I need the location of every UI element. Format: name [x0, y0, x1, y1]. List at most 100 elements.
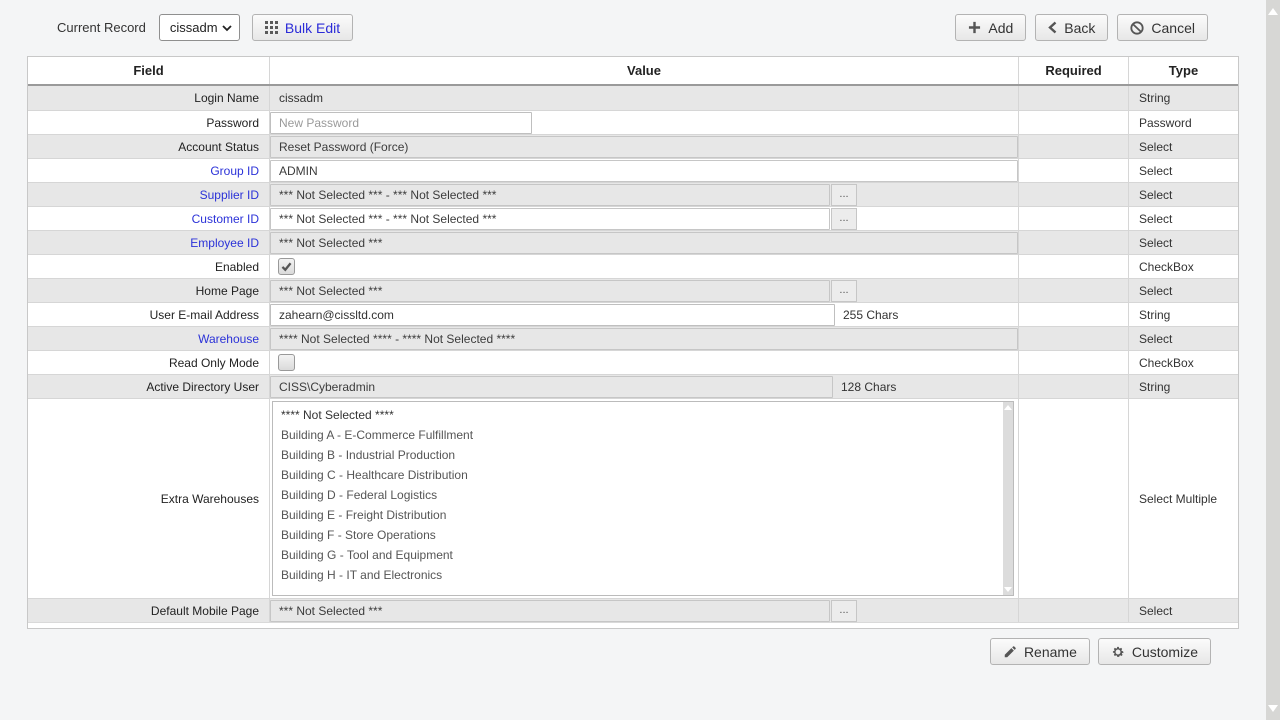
select-value-box[interactable]: Reset Password (Force): [270, 136, 1018, 158]
value-cell: **** Not Selected **** - **** Not Select…: [269, 327, 1019, 350]
field-label: Read Only Mode: [28, 351, 269, 374]
field-label: Password: [28, 111, 269, 134]
field-label: User E-mail Address: [28, 303, 269, 326]
password-input[interactable]: [270, 112, 532, 134]
ban-icon: [1130, 21, 1144, 35]
value-cell: [269, 351, 1019, 374]
warehouse-listbox[interactable]: **** Not Selected ****Building A - E-Com…: [272, 401, 1014, 596]
required-cell: [1019, 159, 1129, 182]
select-value-box[interactable]: *** Not Selected ***: [270, 280, 830, 302]
listbox-item[interactable]: Building B - Industrial Production: [273, 445, 1001, 465]
listbox-item[interactable]: Building E - Freight Distribution: [273, 505, 1001, 525]
add-label: Add: [988, 20, 1013, 36]
table-row: Read Only ModeCheckBox: [28, 350, 1238, 374]
type-cell: Password: [1129, 111, 1238, 134]
table-row: Warehouse**** Not Selected **** - **** N…: [28, 326, 1238, 350]
select-value-box[interactable]: *** Not Selected ***: [270, 232, 1018, 254]
chevron-left-icon: [1048, 21, 1057, 34]
field-label[interactable]: Warehouse: [28, 327, 269, 350]
table-row: Enabled CheckBox: [28, 254, 1238, 278]
listbox-item[interactable]: Building A - E-Commerce Fulfillment: [273, 425, 1001, 445]
required-cell: [1019, 255, 1129, 278]
listbox-item[interactable]: Building C - Healthcare Distribution: [273, 465, 1001, 485]
field-label[interactable]: Customer ID: [28, 207, 269, 230]
listbox-item[interactable]: Building G - Tool and Equipment: [273, 545, 1001, 565]
browse-dots-button[interactable]: ...: [831, 184, 857, 206]
type-cell: Select: [1129, 159, 1238, 182]
listbox-item[interactable]: **** Not Selected ****: [273, 405, 1001, 425]
table-row: Supplier ID*** Not Selected *** - *** No…: [28, 182, 1238, 206]
customize-button[interactable]: Customize: [1098, 638, 1211, 665]
required-cell: [1019, 135, 1129, 158]
value-cell: cissadm: [269, 86, 1019, 110]
field-label[interactable]: Employee ID: [28, 231, 269, 254]
scroll-up-arrow-icon[interactable]: [1268, 8, 1278, 15]
scroll-down-arrow-icon[interactable]: [1268, 705, 1278, 712]
required-cell: [1019, 375, 1129, 398]
type-cell: String: [1129, 86, 1238, 110]
required-cell: [1019, 231, 1129, 254]
type-cell: Select: [1129, 599, 1238, 622]
page-scrollbar[interactable]: [1266, 0, 1280, 720]
bulk-edit-button[interactable]: Bulk Edit: [252, 14, 353, 41]
scroll-down-arrow-icon[interactable]: [1004, 587, 1012, 592]
bulk-edit-label: Bulk Edit: [285, 20, 340, 36]
listbox-item[interactable]: Building D - Federal Logistics: [273, 485, 1001, 505]
rename-button[interactable]: Rename: [990, 638, 1090, 665]
select-value-box[interactable]: ADMIN: [270, 160, 1018, 182]
char-limit-hint: 128 Chars: [833, 380, 896, 394]
value-cell: *** Not Selected ***...: [269, 599, 1019, 622]
select-value-box[interactable]: *** Not Selected *** - *** Not Selected …: [270, 208, 830, 230]
value-box[interactable]: CISS\Cyberadmin: [270, 376, 833, 398]
value-cell: 255 Chars: [269, 303, 1019, 326]
gear-icon: [1111, 645, 1125, 659]
table-row: Customer ID*** Not Selected *** - *** No…: [28, 206, 1238, 230]
value-cell: *** Not Selected *** - *** Not Selected …: [269, 183, 1019, 206]
field-label: Extra Warehouses: [28, 399, 269, 598]
current-record-value: cissadm: [170, 20, 218, 35]
type-cell: Select: [1129, 183, 1238, 206]
field-label: Enabled: [28, 255, 269, 278]
select-value-box[interactable]: **** Not Selected **** - **** Not Select…: [270, 328, 1018, 350]
scroll-up-arrow-icon[interactable]: [1004, 405, 1012, 410]
value-cell: *** Not Selected ***...: [269, 279, 1019, 302]
listbox-item[interactable]: Building H - IT and Electronics: [273, 565, 1001, 585]
field-label[interactable]: Supplier ID: [28, 183, 269, 206]
table-row: Extra Warehouses**** Not Selected ****Bu…: [28, 398, 1238, 598]
checkbox[interactable]: [278, 354, 295, 371]
back-button[interactable]: Back: [1035, 14, 1108, 41]
browse-dots-button[interactable]: ...: [831, 280, 857, 302]
listbox-scrollbar[interactable]: [1003, 402, 1013, 595]
required-cell: [1019, 207, 1129, 230]
select-value-box[interactable]: *** Not Selected *** - *** Not Selected …: [270, 184, 830, 206]
table-row: Group IDADMIN Select: [28, 158, 1238, 182]
current-record-label: Current Record: [57, 20, 146, 35]
add-button[interactable]: Add: [955, 14, 1026, 41]
value-cell: [269, 111, 1019, 134]
table-header-row: Field Value Required Type: [28, 57, 1238, 86]
field-label[interactable]: Group ID: [28, 159, 269, 182]
value-cell: [269, 255, 1019, 278]
table-row: Login Namecissadm String: [28, 86, 1238, 110]
type-cell: Select: [1129, 279, 1238, 302]
grid-icon: [265, 21, 278, 34]
value-cell: **** Not Selected ****Building A - E-Com…: [269, 399, 1019, 598]
header-type: Type: [1129, 57, 1238, 84]
field-label: Account Status: [28, 135, 269, 158]
select-value-box[interactable]: *** Not Selected ***: [270, 600, 830, 622]
cancel-button[interactable]: Cancel: [1117, 14, 1208, 41]
field-label: Login Name: [28, 86, 269, 110]
email-input[interactable]: [270, 304, 835, 326]
field-label: Active Directory User: [28, 375, 269, 398]
checkbox[interactable]: [278, 258, 295, 275]
cancel-label: Cancel: [1151, 20, 1195, 36]
browse-dots-button[interactable]: ...: [831, 208, 857, 230]
type-cell: CheckBox: [1129, 255, 1238, 278]
value-cell: *** Not Selected ***: [269, 231, 1019, 254]
value-cell: CISS\Cyberadmin128 Chars: [269, 375, 1019, 398]
record-edit-table: Field Value Required Type Login Nameciss…: [27, 56, 1239, 629]
listbox-item[interactable]: Building F - Store Operations: [273, 525, 1001, 545]
chevron-down-icon: [222, 24, 232, 32]
browse-dots-button[interactable]: ...: [831, 600, 857, 622]
current-record-select[interactable]: cissadm: [159, 14, 240, 41]
